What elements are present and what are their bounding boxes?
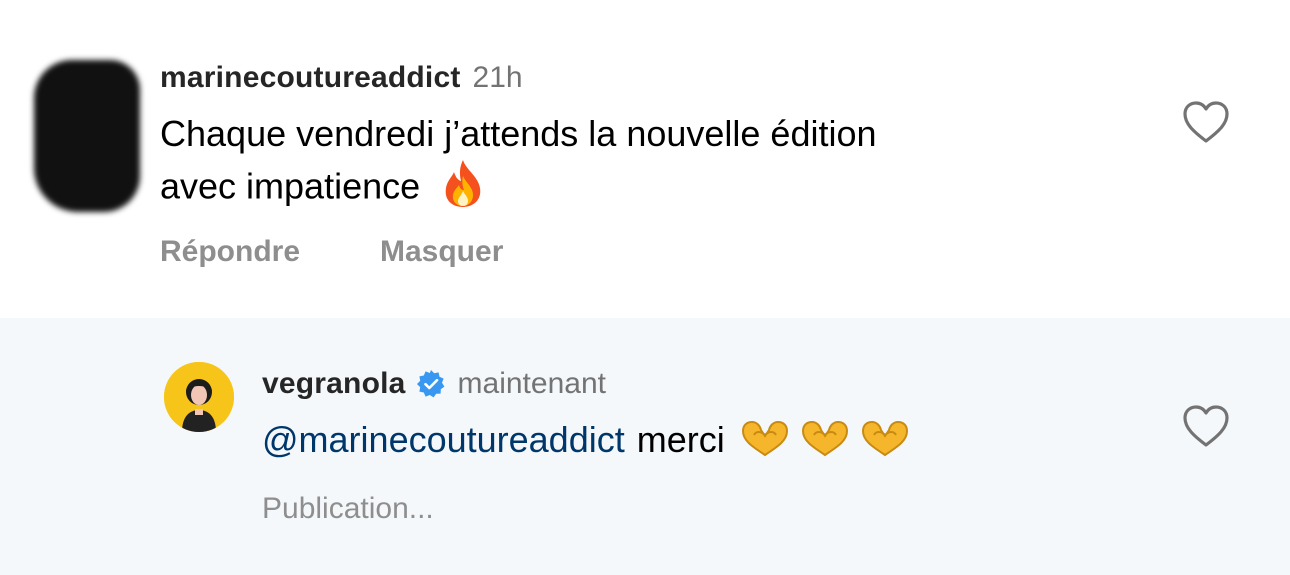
posting-status: Publication... bbox=[262, 492, 434, 525]
comment-text: @marinecoutureaddict merci bbox=[262, 416, 909, 464]
comment-text-line-2: avec impatience bbox=[160, 158, 1120, 220]
like-heart-icon[interactable] bbox=[1182, 404, 1230, 448]
avatar[interactable] bbox=[34, 60, 140, 212]
like-heart-icon[interactable] bbox=[1182, 100, 1230, 144]
comment-text-line: Chaque vendredi j’attends la nouvelle éd… bbox=[160, 113, 877, 154]
reply-button[interactable]: Répondre bbox=[160, 235, 300, 269]
comment-text-fragment: avec impatience bbox=[160, 165, 421, 207]
avatar[interactable] bbox=[164, 362, 234, 432]
username[interactable]: marinecoutureaddict bbox=[160, 61, 461, 95]
comment-text-fragment: merci bbox=[636, 419, 725, 460]
hide-button[interactable]: Masquer bbox=[380, 235, 503, 269]
comment-header: marinecoutureaddict 21h bbox=[160, 56, 523, 100]
heart-hands-emoji bbox=[739, 419, 909, 461]
reply-comment-item: vegranola maintenant @marinecoutureaddic… bbox=[0, 318, 1290, 575]
fire-emoji bbox=[440, 158, 486, 220]
comment-header: vegranola maintenant bbox=[262, 362, 606, 406]
username[interactable]: vegranola bbox=[262, 367, 406, 401]
verified-badge-icon bbox=[416, 369, 446, 399]
comment-item: marinecoutureaddict 21h Chaque vendredi … bbox=[0, 0, 1290, 318]
mention-link[interactable]: @marinecoutureaddict bbox=[262, 416, 625, 464]
timestamp: maintenant bbox=[457, 367, 606, 400]
timestamp: 21h bbox=[472, 61, 523, 94]
comment-text: Chaque vendredi j’attends la nouvelle éd… bbox=[160, 110, 1120, 220]
